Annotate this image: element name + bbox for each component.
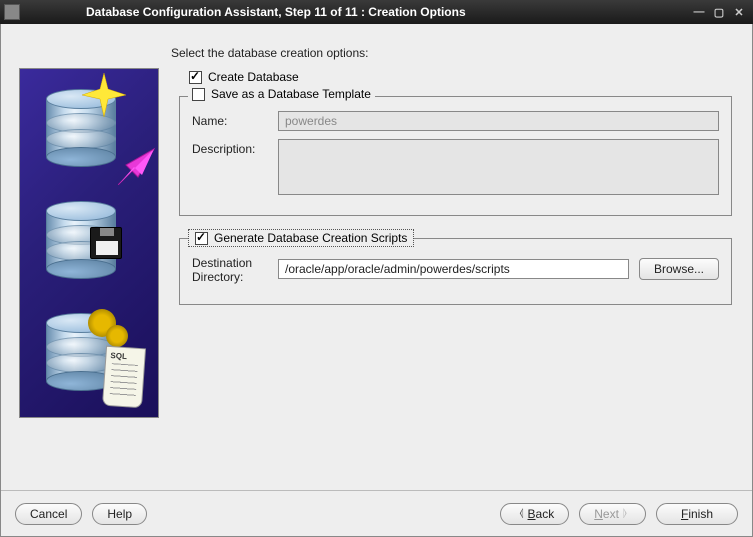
template-name-input[interactable]: powerdes bbox=[278, 111, 719, 131]
save-template-label: Save as a Database Template bbox=[211, 87, 371, 101]
arrow-icon bbox=[118, 147, 156, 185]
content-area: Select the database creation options: Cr… bbox=[171, 40, 740, 486]
template-desc-input[interactable] bbox=[278, 139, 719, 195]
app-icon bbox=[4, 4, 20, 20]
sql-script-icon bbox=[102, 346, 146, 409]
next-button: Next ⦊ bbox=[579, 503, 646, 525]
finish-label-rest: inish bbox=[688, 507, 713, 521]
window-body: Select the database creation options: Cr… bbox=[0, 24, 753, 537]
help-button[interactable]: Help bbox=[92, 503, 147, 525]
gear-icon bbox=[106, 325, 128, 347]
template-desc-label: Description: bbox=[192, 139, 268, 156]
create-database-label: Create Database bbox=[208, 70, 299, 84]
generate-scripts-group: Generate Database Creation Scripts Desti… bbox=[179, 238, 732, 305]
close-button[interactable]: ✕ bbox=[729, 4, 749, 20]
back-button[interactable]: ⦉ Back bbox=[500, 503, 569, 525]
instruction-text: Select the database creation options: bbox=[171, 46, 740, 60]
chevron-left-icon: ⦉ bbox=[519, 507, 523, 520]
generate-scripts-checkbox[interactable] bbox=[195, 232, 208, 245]
create-database-option[interactable]: Create Database bbox=[189, 70, 740, 84]
save-template-checkbox[interactable] bbox=[192, 88, 205, 101]
main-area: Select the database creation options: Cr… bbox=[1, 24, 752, 490]
chevron-right-icon: ⦊ bbox=[623, 507, 627, 520]
next-label-rest: ext bbox=[603, 507, 619, 521]
floppy-disk-icon bbox=[90, 227, 122, 259]
generate-scripts-label: Generate Database Creation Scripts bbox=[214, 231, 407, 245]
create-database-checkbox[interactable] bbox=[189, 71, 202, 84]
destination-dir-label: Destination Directory: bbox=[192, 253, 268, 284]
generate-scripts-legend[interactable]: Generate Database Creation Scripts bbox=[188, 229, 414, 247]
cancel-button[interactable]: Cancel bbox=[15, 503, 82, 525]
template-name-label: Name: bbox=[192, 111, 268, 128]
window-controls: — ▢ ✕ bbox=[689, 4, 749, 20]
finish-button[interactable]: Finish bbox=[656, 503, 738, 525]
titlebar: Database Configuration Assistant, Step 1… bbox=[0, 0, 753, 24]
browse-button[interactable]: Browse... bbox=[639, 258, 719, 280]
button-bar: Cancel Help ⦉ Back Next ⦊ Finish bbox=[1, 490, 752, 536]
wizard-side-image bbox=[19, 68, 159, 418]
window-title: Database Configuration Assistant, Step 1… bbox=[26, 5, 689, 19]
save-template-legend[interactable]: Save as a Database Template bbox=[188, 87, 375, 101]
maximize-button[interactable]: ▢ bbox=[709, 4, 729, 20]
star-icon bbox=[82, 73, 126, 117]
minimize-button[interactable]: — bbox=[689, 4, 709, 20]
save-template-group: Save as a Database Template Name: powerd… bbox=[179, 96, 732, 216]
back-label-rest: ack bbox=[536, 507, 555, 521]
destination-dir-input[interactable]: /oracle/app/oracle/admin/powerdes/script… bbox=[278, 259, 629, 279]
